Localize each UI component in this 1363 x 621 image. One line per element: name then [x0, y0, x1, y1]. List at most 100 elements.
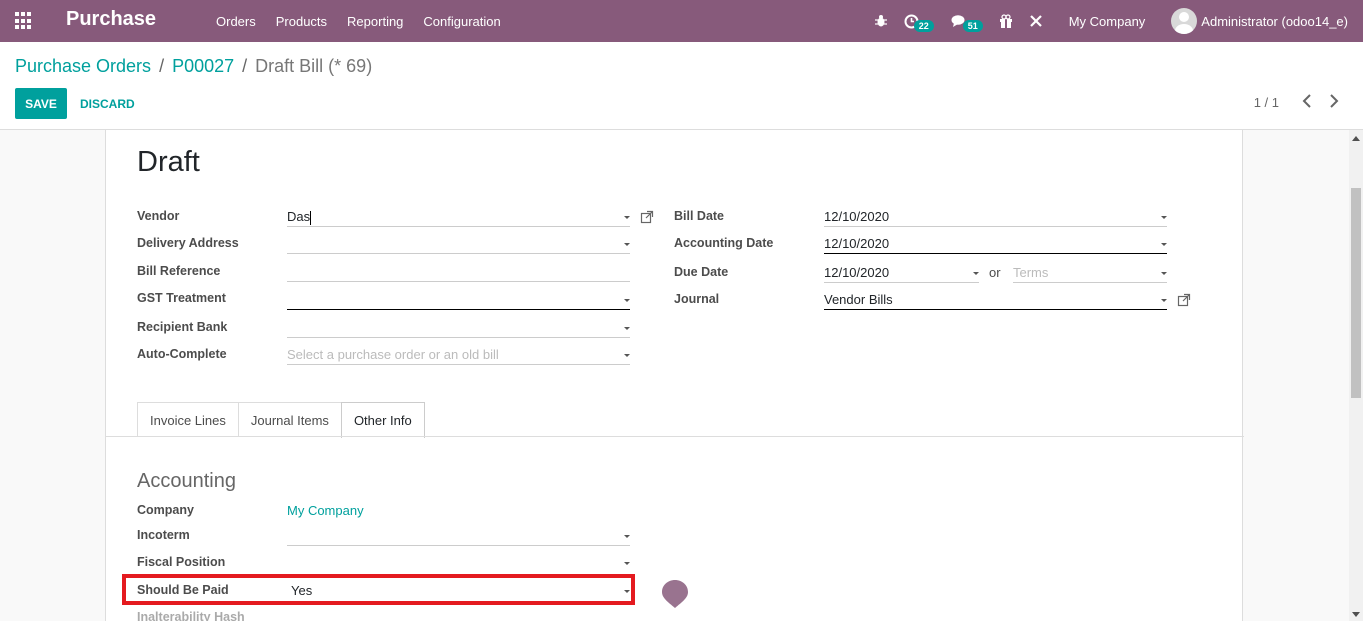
avatar	[1171, 8, 1198, 34]
chevron-down-icon[interactable]	[624, 299, 630, 302]
or-text: or	[989, 265, 1001, 280]
due-date-label: Due Date	[674, 265, 729, 279]
recipient-bank-field[interactable]	[287, 318, 630, 338]
main-menu: Orders Products Reporting Configuration	[206, 0, 511, 42]
gift-icon	[999, 14, 1012, 28]
bill-date-value: 12/10/2020	[824, 209, 890, 224]
pager-value[interactable]: 1 / 1	[1254, 95, 1279, 110]
delivery-address-label: Delivery Address	[137, 236, 239, 250]
bill-reference-field[interactable]	[287, 262, 630, 282]
external-link-icon[interactable]	[1177, 293, 1191, 307]
chevron-right-icon[interactable]	[1326, 92, 1342, 110]
breadcrumb-separator: /	[159, 56, 165, 76]
tab-journal-items[interactable]: Journal Items	[237, 402, 342, 437]
activity-count-badge: 22	[913, 19, 934, 32]
vendor-field[interactable]: Das	[287, 207, 630, 227]
fiscal-position-field[interactable]	[287, 553, 630, 573]
app-brand[interactable]: Purchase	[66, 8, 156, 31]
journal-label: Journal	[674, 292, 720, 306]
gift-menu[interactable]	[991, 14, 1021, 28]
scroll-thumb[interactable]	[1351, 188, 1361, 398]
chevron-down-icon[interactable]	[624, 562, 630, 565]
chevron-down-icon[interactable]	[624, 535, 630, 538]
chevron-down-icon[interactable]	[1161, 243, 1167, 246]
chevron-down-icon[interactable]	[624, 327, 630, 330]
breadcrumb: Purchase Orders / P00027 / Draft Bill (*…	[15, 56, 372, 77]
breadcrumb-purchase-orders[interactable]: Purchase Orders	[15, 56, 151, 77]
user-menu[interactable]: Administrator (odoo14_e)	[1171, 8, 1363, 34]
payment-terms-field[interactable]: Terms	[1013, 263, 1167, 283]
terms-placeholder: Terms	[1013, 265, 1049, 280]
menu-orders[interactable]: Orders	[206, 14, 266, 29]
breadcrumb-separator: /	[242, 56, 248, 76]
breadcrumb-order[interactable]: P00027	[172, 56, 234, 77]
scroll-down-icon[interactable]	[1352, 612, 1360, 617]
accounting-date-value: 12/10/2020	[824, 236, 890, 251]
messaging-menu[interactable]: 51	[945, 14, 991, 32]
save-button[interactable]: SAVE	[15, 88, 67, 119]
incoterm-label: Incoterm	[137, 528, 190, 542]
top-navbar: Purchase Orders Products Reporting Confi…	[0, 0, 1363, 42]
vendor-value: Das	[287, 209, 311, 224]
scrollbar[interactable]	[1349, 130, 1363, 621]
auto-complete-placeholder: Select a purchase order or an old bill	[287, 347, 499, 362]
apps-icon[interactable]	[15, 12, 33, 30]
debug-menu[interactable]	[868, 14, 896, 28]
company-link[interactable]: My Company	[287, 503, 364, 518]
external-link-icon[interactable]	[640, 210, 654, 224]
chevron-down-icon[interactable]	[624, 216, 630, 219]
notebook-tabs: Invoice Lines Journal Items Other Info	[137, 402, 425, 438]
page-title: Draft	[137, 146, 200, 178]
systray: 22 51 My Company Administrator (odoo14_e…	[868, 0, 1363, 42]
journal-field[interactable]: Vendor Bills	[824, 290, 1167, 310]
inalterability-hash-label: Inalterability Hash	[137, 610, 245, 621]
due-date-value: 12/10/2020	[824, 265, 890, 280]
breadcrumb-current: Draft Bill (* 69)	[255, 56, 373, 76]
tools-icon	[1029, 15, 1042, 27]
bug-icon	[874, 15, 887, 27]
chevron-down-icon[interactable]	[624, 354, 630, 357]
gst-treatment-field[interactable]	[287, 290, 630, 310]
vendor-label: Vendor	[137, 209, 180, 223]
marker-icon	[662, 580, 688, 608]
auto-complete-label: Auto-Complete	[137, 347, 227, 361]
chevron-down-icon[interactable]	[973, 272, 979, 275]
bill-date-field[interactable]: 12/10/2020	[824, 207, 1167, 227]
tools-menu[interactable]	[1021, 14, 1059, 28]
menu-products[interactable]: Products	[266, 14, 337, 29]
accounting-date-label: Accounting Date	[674, 236, 774, 250]
fiscal-position-label: Fiscal Position	[137, 555, 226, 569]
recipient-bank-label: Recipient Bank	[137, 320, 228, 334]
chevron-left-icon[interactable]	[1299, 92, 1315, 110]
incoterm-field[interactable]	[287, 526, 630, 546]
chevron-down-icon[interactable]	[1161, 299, 1167, 302]
due-date-field[interactable]: 12/10/2020	[824, 263, 979, 283]
should-be-paid-value: Yes	[291, 583, 313, 598]
chevron-down-icon[interactable]	[624, 243, 630, 246]
should-be-paid-field[interactable]: Yes	[291, 581, 630, 601]
user-name: Administrator (odoo14_e)	[1201, 13, 1348, 29]
form-content: Draft Vendor Das Delivery Address Bill R…	[0, 130, 1349, 621]
chevron-down-icon[interactable]	[624, 590, 630, 593]
form-sheet: Draft Vendor Das Delivery Address Bill R…	[105, 130, 1244, 621]
accounting-section-title: Accounting	[137, 470, 236, 492]
discard-button[interactable]: DISCARD	[80, 88, 135, 119]
scroll-up-icon[interactable]	[1352, 136, 1360, 141]
should-be-paid-label: Should Be Paid	[137, 583, 229, 597]
tab-invoice-lines[interactable]: Invoice Lines	[137, 402, 239, 437]
journal-value: Vendor Bills	[824, 292, 893, 307]
chevron-down-icon[interactable]	[1161, 272, 1167, 275]
accounting-date-field[interactable]: 12/10/2020	[824, 234, 1167, 254]
bill-reference-label: Bill Reference	[137, 264, 221, 278]
auto-complete-field[interactable]: Select a purchase order or an old bill	[287, 345, 630, 365]
company-switcher[interactable]: My Company	[1059, 14, 1172, 29]
tab-other-info[interactable]: Other Info	[340, 402, 425, 438]
control-panel: Purchase Orders / P00027 / Draft Bill (*…	[0, 42, 1363, 130]
company-label: Company	[137, 503, 194, 517]
bill-date-label: Bill Date	[674, 209, 725, 223]
delivery-address-field[interactable]	[287, 234, 630, 254]
activity-menu[interactable]: 22	[896, 14, 945, 32]
chevron-down-icon[interactable]	[1161, 216, 1167, 219]
menu-reporting[interactable]: Reporting	[337, 14, 413, 29]
menu-configuration[interactable]: Configuration	[413, 14, 510, 29]
